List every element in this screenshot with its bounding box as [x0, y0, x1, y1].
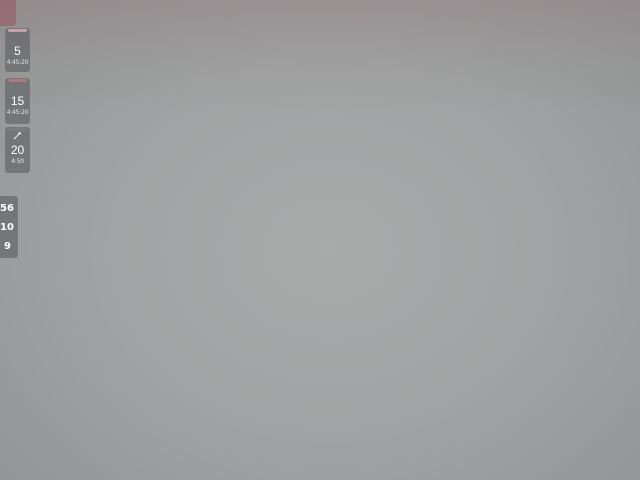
card-value: 20	[10, 143, 25, 157]
card-timer: 4:45:20	[6, 109, 29, 116]
card-icon	[6, 32, 29, 44]
card-timer: 4:45:20	[6, 59, 29, 66]
hud-corner-tab[interactable]	[0, 0, 16, 26]
card-timer: 4:50	[11, 158, 24, 165]
counter-1: 56	[0, 203, 14, 214]
counter-2: 10	[0, 222, 14, 233]
stat-card-1[interactable]: 5 4:45:20	[5, 28, 30, 72]
stat-card-2[interactable]: 15 4:45:20	[5, 78, 30, 124]
stat-card-3[interactable]: 20 4:50	[5, 127, 30, 173]
sword-icon	[6, 131, 29, 143]
card-value: 5	[14, 44, 21, 58]
counter-3: 9	[4, 241, 11, 252]
side-counters-panel: 56 10 9	[0, 196, 18, 258]
card-value: 15	[10, 94, 25, 108]
card-icon	[6, 82, 29, 94]
background-tint	[0, 0, 640, 110]
